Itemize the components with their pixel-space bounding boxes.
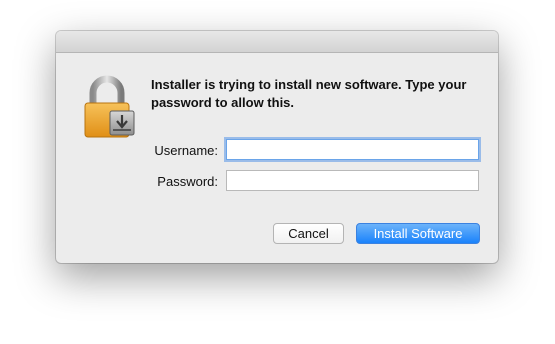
install-software-button[interactable]: Install Software	[356, 223, 480, 244]
cancel-button[interactable]: Cancel	[273, 223, 344, 244]
auth-dialog: Installer is trying to install new softw…	[56, 31, 498, 263]
screen-background: Installer is trying to install new softw…	[0, 0, 555, 344]
username-label: Username:	[154, 143, 218, 158]
dialog-message: Installer is trying to install new softw…	[151, 77, 467, 110]
password-label: Password:	[157, 174, 218, 189]
lock-icon	[84, 75, 135, 138]
username-field[interactable]	[226, 139, 479, 160]
title-bar[interactable]	[56, 31, 498, 53]
password-field[interactable]	[226, 170, 479, 191]
